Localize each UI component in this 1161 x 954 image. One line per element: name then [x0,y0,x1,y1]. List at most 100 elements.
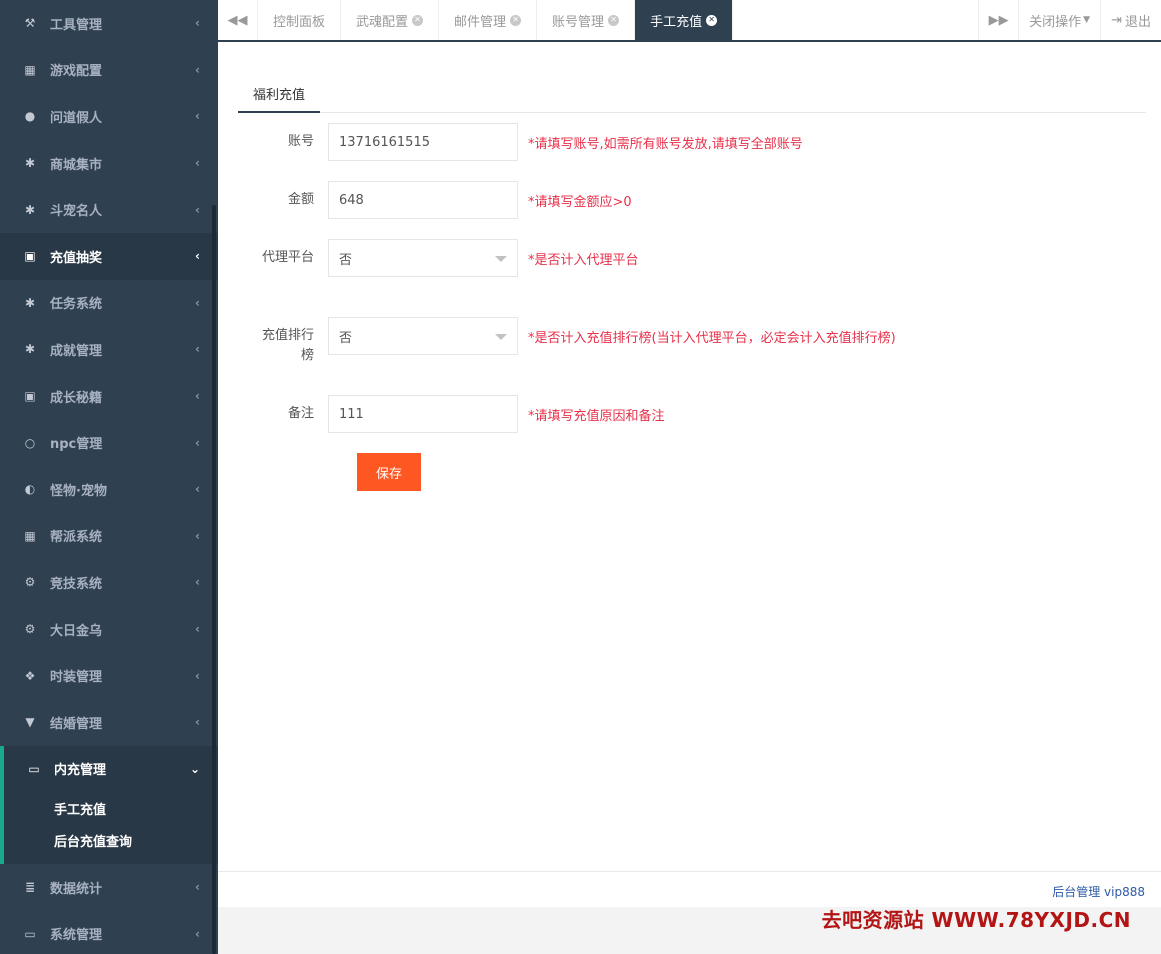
sidebar: ⚒ 工具管理 ‹ ▦ 游戏配置 ‹ ● 问道假人 ‹ ✱ 商城集市 ‹ ✱ 斗宠名人 ‹ ▣ 充值抽奖… [0,0,218,954]
sidebar-item-label: 系统管理 [50,928,103,944]
close-icon[interactable]: ✕ [510,14,522,26]
account-hint: *请填写账号,如需所有账号发放,请填写全部账号 [528,137,803,152]
sidebar-item-achievements[interactable]: ✱ 成就管理 ‹ [0,326,218,373]
amount-input[interactable]: 648 [328,181,518,219]
desktop-icon: ▭ [28,761,40,776]
sidebar-item-system[interactable]: ▭ 系统管理 ‹ [0,911,218,954]
chevron-down-icon: ⌄ [189,761,200,776]
footer: 后台管理 vip888 [218,871,1161,907]
grid-icon: ▦ [24,528,36,543]
account-input[interactable]: 13716161515 [328,123,518,161]
tab-label: 手工充值 [650,14,703,30]
database-icon: ≣ [24,880,36,895]
chevron-left-icon: ‹ [195,202,200,217]
chevron-left-icon: ‹ [195,156,200,171]
sidebar-item-label: 成就管理 [50,343,103,359]
chevron-left-icon: ‹ [195,249,200,264]
tab-scroll-right-button[interactable]: ▶▶ [978,0,1018,40]
watermark: 去吧资源站 WWW.78YXJD.CN [821,908,1131,932]
remark-hint: *请填写充值原因和备注 [528,409,665,424]
sidebar-item-tools[interactable]: ⚒ 工具管理 ‹ [0,0,218,47]
sidebar-item-npc[interactable]: ○ npc管理 ‹ [0,419,218,466]
sidebar-item-fake-players[interactable]: ● 问道假人 ‹ [0,93,218,140]
agent-platform-label: 代理平台 [261,250,314,265]
form-tabs: 福利充值 [238,75,1146,113]
user-icon: ● [24,109,36,124]
sidebar-scrollbar[interactable] [212,205,216,954]
chevron-left-icon: ‹ [195,622,200,637]
ranking-hint: *是否计入充值排行榜(当计入代理平台，必定会计入充值排行榜) [528,331,896,346]
sidebar-item-marriage[interactable]: ▼ 结婚管理 ‹ [0,699,218,746]
close-icon[interactable]: ✕ [412,14,424,26]
tab-dashboard[interactable]: 控制面板 [258,0,342,40]
sidebar-item-label: 时装管理 [50,670,103,686]
sidebar-item-monsters-pets[interactable]: ◐ 怪物·宠物 ‹ [0,466,218,513]
close-ops-dropdown[interactable]: 关闭操作 ▼ [1018,0,1100,40]
agent-platform-select[interactable]: 否 [328,239,518,277]
gear-icon: ✱ [24,342,36,357]
sidebar-item-label: 结婚管理 [50,716,103,732]
sidebar-item-label: 任务系统 [50,297,103,313]
remark-input[interactable]: 111 [328,395,518,433]
caret-down-icon: ▼ [1083,15,1091,25]
tab-accounts[interactable]: 账号管理 ✕ [537,0,636,40]
sidebar-item-guild[interactable]: ▦ 帮派系统 ‹ [0,513,218,560]
forward-icon: ▶▶ [988,12,1009,28]
close-icon[interactable]: ✕ [608,14,620,26]
chevron-left-icon: ‹ [195,668,200,683]
sidebar-item-label: 内充管理 [54,763,107,779]
sidebar-item-label: 问道假人 [50,110,103,126]
sidebar-item-growth[interactable]: ▣ 成长秘籍 ‹ [0,373,218,420]
amount-hint: *请填写金额应>0 [528,195,632,210]
cubes-icon: ❖ [24,668,36,683]
sidebar-item-statistics[interactable]: ≣ 数据统计 ‹ [0,864,218,911]
close-icon[interactable]: ✕ [706,14,718,26]
tab-mail[interactable]: 邮件管理 ✕ [439,0,538,40]
chevron-left-icon: ‹ [195,575,200,590]
sidebar-subitem-recharge-query[interactable]: 后台充值查询 [4,824,218,856]
tab-manual-recharge[interactable]: 手工充值 ✕ [635,0,734,40]
ranking-label: 充值排行榜 [261,328,314,363]
footer-text: 后台管理 vip888 [1052,885,1145,899]
tab-welfare-recharge[interactable]: 福利充值 [238,75,321,113]
sidebar-item-arena[interactable]: ⚙ 竞技系统 ‹ [0,559,218,606]
sidebar-item-label: 斗宠名人 [50,204,103,220]
sidebar-item-recharge-lottery[interactable]: ▣ 充值抽奖 ‹ [0,232,218,280]
desktop-icon: ▭ [24,926,36,941]
sidebar-item-tasks[interactable]: ✱ 任务系统 ‹ [0,280,218,327]
sidebar-item-mall[interactable]: ✱ 商城集市 ‹ [0,140,218,187]
sidebar-item-internal-recharge[interactable]: ▭ 内充管理 ⌄ [4,746,218,793]
sidebar-item-game-config[interactable]: ▦ 游戏配置 ‹ [0,47,218,94]
chevron-left-icon: ‹ [195,435,200,450]
sidebar-group-internal-recharge: ▭ 内充管理 ⌄ 手工充值 后台充值查询 [0,745,218,865]
sidebar-item-label: 大日金乌 [50,623,103,639]
sidebar-item-label: 数据统计 [50,881,103,897]
logout-button[interactable]: ⇥ 退出 [1100,0,1161,40]
cogs-icon: ⚙ [24,622,36,637]
grid-icon: ▦ [24,62,36,77]
logout-label: 退出 [1124,14,1151,30]
sidebar-item-label: 游戏配置 [50,64,103,80]
sidebar-item-golden-crow[interactable]: ⚙ 大日金乌 ‹ [0,606,218,653]
glass-icon: ▼ [25,715,35,730]
sidebar-nav: ⚒ 工具管理 ‹ ▦ 游戏配置 ‹ ● 问道假人 ‹ ✱ 商城集市 ‹ ✱ 斗宠名人 ‹ ▣ 充值抽奖… [0,0,218,954]
backward-icon: ◀◀ [227,12,248,28]
sidebar-item-fashion[interactable]: ❖ 时装管理 ‹ [0,652,218,699]
sidebar-item-pet-fame[interactable]: ✱ 斗宠名人 ‹ [0,186,218,233]
chevron-left-icon: ‹ [195,342,200,357]
close-ops-label: 关闭操作 [1029,14,1082,30]
ranking-select[interactable]: 否 [328,317,518,355]
fork-knife-icon: ⚒ [24,16,36,31]
amount-label: 金额 [287,192,314,207]
chevron-left-icon: ‹ [195,926,200,941]
tab-label: 控制面板 [273,14,326,30]
money-icon: ▣ [24,249,36,264]
chevron-left-icon: ‹ [195,715,200,730]
chevron-left-icon: ‹ [195,880,200,895]
tab-wuhun-config[interactable]: 武魂配置 ✕ [341,0,440,40]
sidebar-subitem-manual-recharge[interactable]: 手工充值 [4,792,218,824]
gear-icon: ✱ [24,295,36,310]
sidebar-item-label: 商城集市 [50,157,103,173]
tab-scroll-left-button[interactable]: ◀◀ [218,0,258,40]
save-button[interactable]: 保存 [357,453,421,491]
